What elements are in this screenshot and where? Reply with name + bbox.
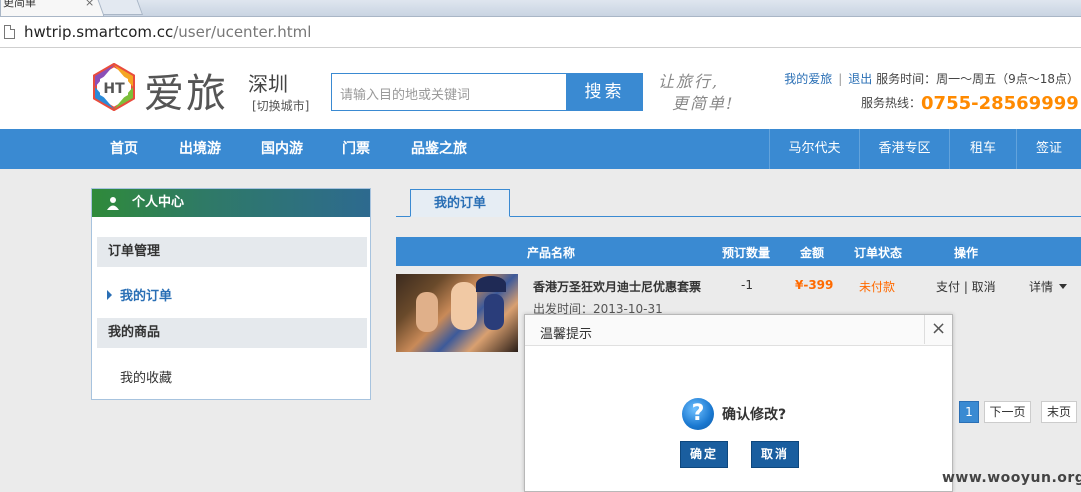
nav-home[interactable]: 首页	[110, 129, 138, 169]
confirm-button[interactable]: 确定	[680, 441, 728, 468]
sidebar-title-text: 个人中心	[132, 195, 185, 210]
nav-visa[interactable]: 签证	[1016, 129, 1081, 169]
main-nav: 首页 出境游 国内游 门票 品鉴之旅 马尔代夫 香港专区 租车 签证	[0, 129, 1081, 169]
col-actions: 操作	[954, 246, 979, 260]
service-time: 服务时间：周一～周五（9点～18点）	[876, 72, 1079, 86]
page-1-button[interactable]: 1	[959, 401, 979, 423]
nav-car-rental[interactable]: 租车	[949, 129, 1016, 169]
tab-my-orders[interactable]: 我的订单	[410, 189, 510, 217]
user-icon	[107, 197, 119, 210]
col-product-name: 产品名称	[527, 246, 576, 260]
user-center-sidebar: 个人中心 订单管理 我的订单 我的商品 我的收藏	[91, 188, 371, 400]
separator: |	[838, 72, 843, 86]
slogan-line-2: 更简单!	[672, 94, 735, 113]
order-amount: ¥-399	[795, 278, 834, 292]
slogan-line-1: 让旅行,	[658, 72, 720, 91]
nav-tasting-tour[interactable]: 品鉴之旅	[411, 129, 467, 169]
sidebar-item-my-favorites[interactable]: 我的收藏	[120, 367, 172, 386]
top-links: 我的爱旅 | 退出 服务时间：周一～周五（9点～18点）	[784, 70, 1079, 87]
my-products-section: 我的商品	[97, 318, 367, 348]
address-bar[interactable]: hwtrip.smartcom.cc/user/ucenter.html	[0, 17, 1081, 48]
search-input[interactable]: 请输入目的地或关键词	[331, 73, 567, 111]
hotline-number: 0755-28569999	[921, 93, 1079, 114]
slogan: 让旅行, 更简单!	[650, 68, 740, 113]
watermark: www.wooyun.org	[942, 470, 1081, 486]
nav-tickets[interactable]: 门票	[342, 129, 370, 169]
logout-link[interactable]: 退出	[848, 72, 872, 86]
browser-tab-bar: 更简单 ×	[0, 0, 1081, 17]
site-header: HT 爱旅 深圳 [切换城市] 请输入目的地或关键词 搜索 让旅行, 更简单! …	[0, 48, 1081, 129]
cancel-button[interactable]: 取消	[751, 441, 799, 468]
dialog-close-icon[interactable]: ×	[924, 315, 952, 344]
active-arrow-icon	[107, 290, 112, 300]
logo-icon[interactable]: HT	[90, 63, 138, 111]
hotline-label: 服务热线：	[861, 96, 922, 110]
orders-table-header: 产品名称 预订数量 金额 订单状态 操作	[396, 237, 1081, 266]
nav-maldives[interactable]: 马尔代夫	[769, 129, 859, 169]
dialog-message: 确认修改?	[722, 407, 787, 423]
browser-tab[interactable]: 更简单 ×	[0, 0, 104, 17]
nav-hongkong[interactable]: 香港专区	[859, 129, 949, 169]
url-text[interactable]: hwtrip.smartcom.cc/user/ucenter.html	[24, 23, 311, 41]
hotline: 服务热线：0755-28569999	[861, 93, 1079, 114]
details-dropdown[interactable]: 详情	[1029, 278, 1067, 295]
switch-city-link[interactable]: [切换城市]	[252, 97, 309, 114]
col-amount: 金额	[800, 246, 825, 260]
confirm-dialog: 温馨提示 × ? 确认修改? 确定 取消	[524, 314, 953, 492]
dialog-title: 温馨提示	[540, 327, 593, 342]
order-quantity: -1	[741, 278, 753, 292]
nav-outbound[interactable]: 出境游	[179, 129, 221, 169]
new-tab-button[interactable]	[96, 0, 144, 15]
logo-text[interactable]: 爱旅	[144, 61, 228, 119]
product-name[interactable]: 香港万圣狂欢月迪士尼优惠套票	[533, 278, 701, 295]
col-quantity: 预订数量	[722, 246, 771, 260]
sidebar-item-my-orders[interactable]: 我的订单	[120, 285, 172, 304]
my-aili-link[interactable]: 我的爱旅	[784, 72, 832, 86]
page-icon	[4, 25, 15, 39]
sidebar-title: 个人中心	[92, 189, 370, 217]
search-placeholder: 请输入目的地或关键词	[340, 88, 471, 103]
col-status: 订单状态	[854, 246, 903, 260]
tab-close-icon[interactable]: ×	[85, 0, 94, 10]
dialog-header: 温馨提示 ×	[525, 315, 952, 346]
current-city: 深圳	[248, 72, 288, 96]
pay-cancel-links[interactable]: 支付 | 取消	[936, 278, 996, 295]
order-status: 未付款	[859, 280, 896, 294]
product-thumbnail[interactable]	[396, 274, 518, 352]
browser-tab-title: 更简单	[3, 0, 36, 9]
last-page-button[interactable]: 末页	[1041, 401, 1077, 423]
url-path: /user/ucenter.html	[173, 23, 312, 41]
nav-domestic[interactable]: 国内游	[261, 129, 303, 169]
search-button[interactable]: 搜索	[566, 73, 643, 111]
question-icon: ?	[682, 398, 714, 430]
next-page-button[interactable]: 下一页	[984, 401, 1031, 423]
logo-mark-text: HT	[103, 81, 125, 97]
order-management-section: 订单管理	[97, 237, 367, 267]
url-host: hwtrip.smartcom.cc	[24, 23, 174, 41]
